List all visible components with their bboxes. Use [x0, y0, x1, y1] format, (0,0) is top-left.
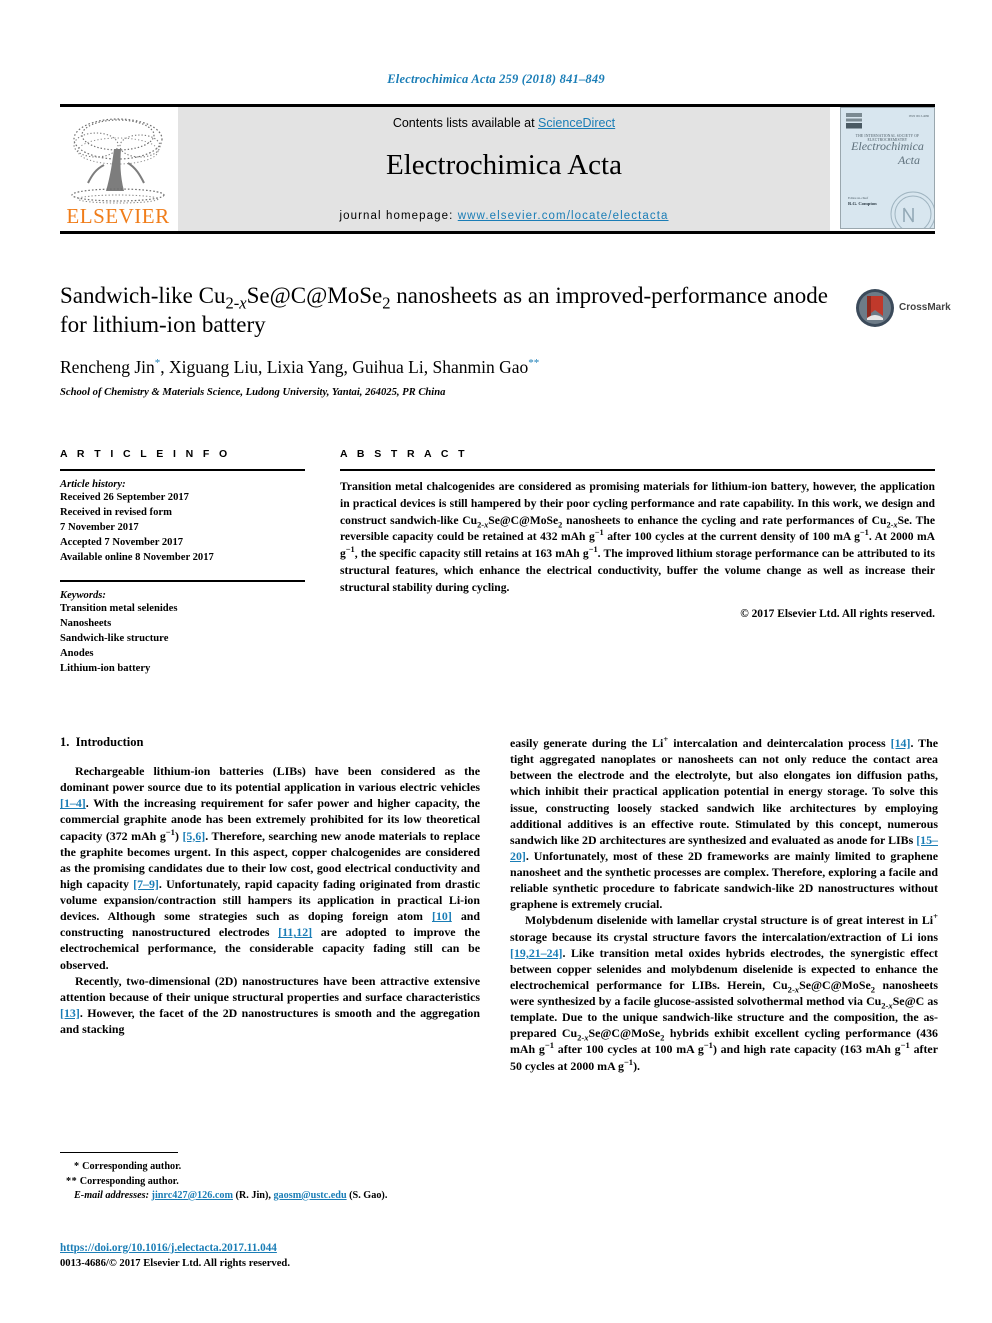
article-page: Electrochimica Acta 259 (2018) 841–849 E… — [0, 0, 992, 1323]
abstract-text: Transition metal chalcogenides are consi… — [340, 480, 936, 594]
elsevier-logo: ELSEVIER — [60, 107, 178, 231]
journal-homepage-line: journal homepage: www.elsevier.com/locat… — [178, 210, 830, 222]
contents-prefix: Contents lists available at — [392, 116, 539, 130]
footnote-text: Corresponding author. — [82, 1161, 182, 1172]
article-history-item: Accepted 7 November 2017 — [60, 537, 184, 549]
email-owner-1: (R. Jin), — [235, 1189, 271, 1201]
citation-link[interactable]: [13] — [60, 1006, 80, 1020]
doi-link[interactable]: https://doi.org/10.1016/j.electacta.2017… — [60, 1242, 277, 1254]
contents-available-line: Contents lists available at ScienceDirec… — [178, 116, 830, 130]
section-heading-introduction: 1. Introduction — [60, 735, 480, 750]
paragraph: Recently, two-dimensional (2D) nanostruc… — [60, 973, 480, 1036]
citation-link[interactable]: [1–4] — [60, 796, 86, 810]
email-owner-2: (S. Gao). — [349, 1189, 388, 1201]
page-title: Sandwich-like Cu2-xSe@C@MoSe2 nanosheets… — [60, 283, 829, 337]
homepage-label: journal homepage: — [339, 210, 458, 222]
citation-link[interactable]: [14] — [891, 736, 911, 750]
email-link-2[interactable]: gaosm@ustc.edu — [273, 1190, 346, 1201]
section-title: Introduction — [75, 735, 144, 749]
cover-name-line1: Electrochimica — [851, 139, 924, 153]
author-list: Rencheng Jin*, Xiguang Liu, Lixia Yang, … — [60, 356, 540, 377]
affiliation: School of Chemistry & Materials Science,… — [60, 386, 446, 398]
article-info-heading: A R T I C L E I N F O — [60, 448, 231, 460]
body-column-left: 1. Introduction Rechargeable lithium-ion… — [60, 735, 480, 1037]
citation-link[interactable]: [10] — [432, 909, 452, 923]
article-history-item: Received in revised form — [60, 507, 172, 519]
footnote-corresponding-2: ** Corresponding author. — [60, 1174, 480, 1189]
elsevier-wordmark: ELSEVIER — [66, 204, 170, 228]
journal-homepage-link[interactable]: www.elsevier.com/locate/electacta — [458, 210, 669, 222]
keyword-item: Transition metal selenides — [60, 602, 178, 614]
cover-editor-name: R.G. Compton — [848, 201, 877, 206]
cover-journal-name: Electrochimica Acta — [841, 139, 934, 168]
journal-masthead: ELSEVIER Contents lists available at Sci… — [60, 104, 935, 234]
sciencedirect-link[interactable]: ScienceDirect — [538, 116, 615, 130]
footnote-text: Corresponding author. — [79, 1176, 179, 1188]
running-head: Electrochimica Acta 259 (2018) 841–849 — [387, 72, 605, 86]
title-block: Sandwich-like Cu2-xSe@C@MoSe2 nanosheets… — [60, 282, 850, 398]
article-info-column: A R T I C L E I N F O Article history: R… — [60, 448, 305, 676]
article-info-rule-top — [60, 469, 305, 471]
email-link-1[interactable]: jinrc427@126.com — [152, 1190, 233, 1201]
section-number: 1. — [60, 735, 70, 749]
abstract-column: A B S T R A C T Transition metal chalcog… — [340, 448, 935, 620]
journal-cover-thumbnail: ISSN 0013-4686 THE INTERNATIONAL SOCIETY… — [840, 107, 935, 231]
keyword-item: Anodes — [60, 647, 94, 659]
citation-link[interactable]: [5,6] — [182, 829, 205, 843]
elsevier-mini-logo-icon — [846, 113, 862, 129]
footnote-corresponding-1: * Corresponding author. — [60, 1159, 480, 1174]
abstract-heading: A B S T R A C T — [340, 448, 468, 460]
article-history-item: Received 26 September 2017 — [60, 492, 189, 503]
crossmark-icon — [856, 289, 894, 327]
keyword-item: Sandwich-like structure — [60, 632, 169, 644]
cover-issn: ISSN 0013-4686 — [908, 114, 929, 118]
footnote-marker-2: ** — [66, 1176, 78, 1188]
doi-block: https://doi.org/10.1016/j.electacta.2017… — [60, 1238, 480, 1269]
article-info-rule-mid — [60, 580, 305, 582]
paragraph: Rechargeable lithium-ion batteries (LIBs… — [60, 764, 480, 972]
article-history-item: 7 November 2017 — [60, 522, 139, 534]
footnote-emails: E-mail addresses: jinrc427@126.com (R. J… — [60, 1190, 480, 1201]
author-footnote-marker-2: ** — [528, 357, 540, 370]
footnote-block: * Corresponding author. ** Corresponding… — [60, 1152, 480, 1201]
issn-copyright-line: 0013-4686/© 2017 Elsevier Ltd. All right… — [60, 1258, 290, 1269]
keyword-item: Lithium-ion battery — [60, 662, 151, 674]
crossmark-label: CrossMark — [899, 302, 951, 313]
author-footnote-marker: * — [154, 357, 161, 370]
paragraph: easily generate during the Li+ intercala… — [510, 734, 938, 912]
article-history-item: Available online 8 November 2017 — [60, 552, 214, 564]
elsevier-tree-icon — [71, 118, 165, 204]
citation-link[interactable]: [15–20] — [510, 833, 938, 863]
email-label: E-mail addresses: — [74, 1189, 149, 1201]
citation-link[interactable]: [19,21–24] — [510, 946, 563, 960]
article-history-label: Article history: — [60, 479, 126, 490]
footnote-marker: * — [74, 1161, 80, 1172]
citation-link[interactable]: [11,12] — [278, 925, 312, 939]
abstract-copyright: © 2017 Elsevier Ltd. All rights reserved… — [740, 607, 935, 620]
footnote-rule — [60, 1152, 178, 1153]
cover-editor-label: Editor-in-chief — [848, 196, 869, 200]
paragraph: Molybdenum diselenide with lamellar crys… — [510, 911, 938, 1073]
cover-seal-icon — [890, 191, 934, 228]
crossmark-badge[interactable]: CrossMark — [855, 288, 951, 332]
keyword-item: Nanosheets — [60, 617, 112, 629]
abstract-rule — [340, 469, 935, 471]
citation-link[interactable]: [7–9] — [133, 877, 159, 891]
masthead-bottom-rule — [60, 231, 935, 234]
body-column-right: easily generate during the Li+ intercala… — [510, 735, 938, 1074]
masthead-panel: Contents lists available at ScienceDirec… — [178, 107, 830, 231]
cover-name-line2: Acta — [898, 152, 920, 167]
keywords-label: Keywords: — [60, 589, 106, 601]
journal-title: Electrochimica Acta — [386, 149, 622, 181]
